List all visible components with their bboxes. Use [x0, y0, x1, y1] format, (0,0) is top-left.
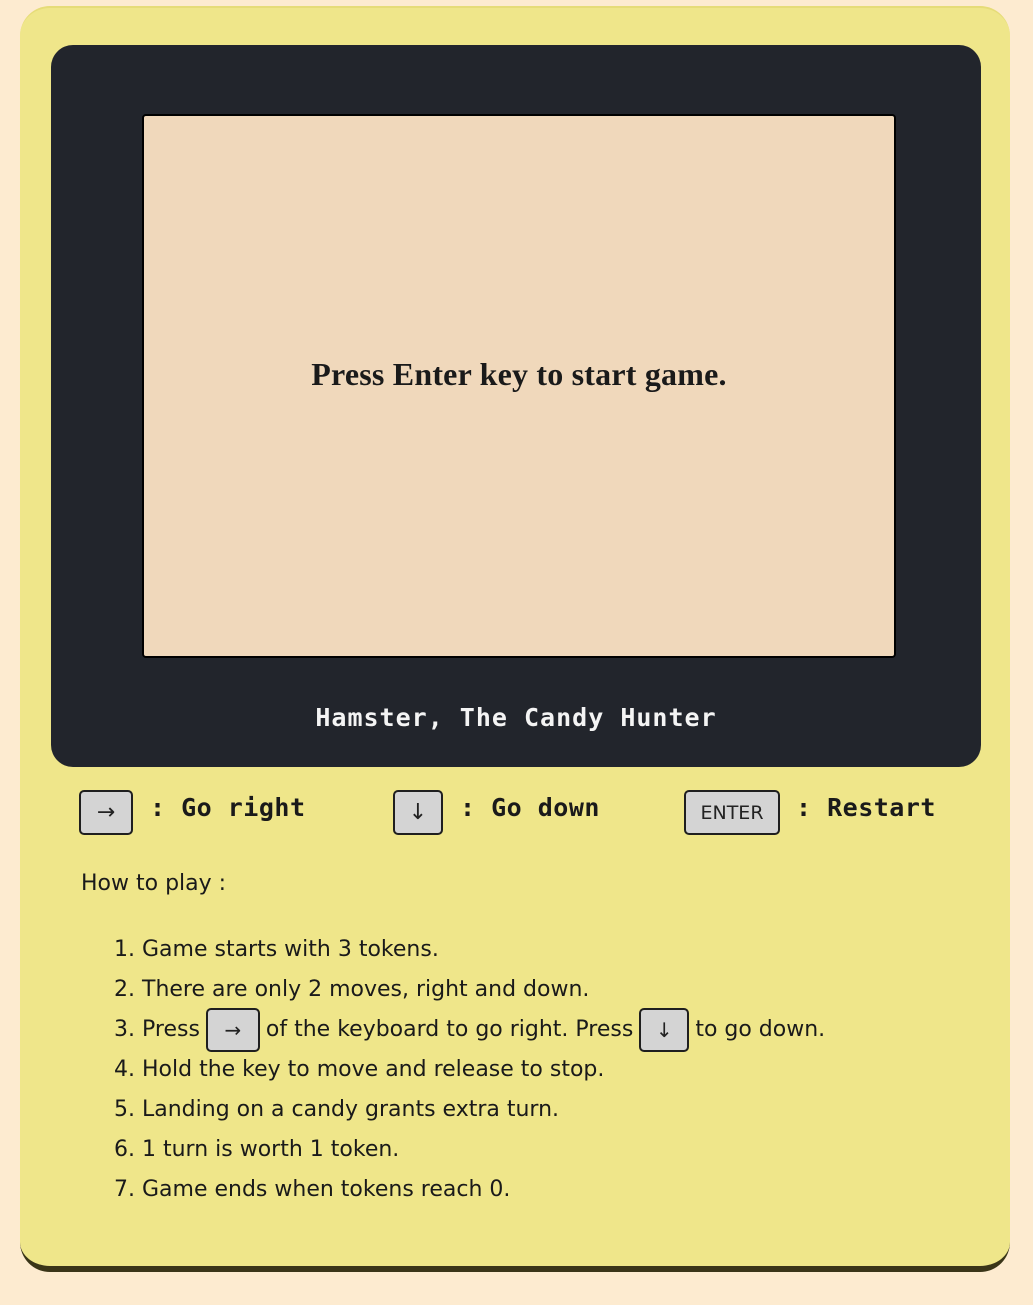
down-arrow-icon: ↓ — [408, 800, 428, 825]
right-arrow-icon: → — [224, 1018, 242, 1042]
down-arrow-key[interactable]: ↓ — [393, 790, 443, 835]
restart-label: : Restart — [796, 793, 936, 822]
inline-right-arrow-key[interactable]: → — [205, 1008, 260, 1052]
instruction-item: 4. Hold the key to move and release to s… — [114, 1057, 605, 1082]
right-arrow-icon: → — [96, 800, 116, 825]
inline-down-arrow-key[interactable]: ↓ — [639, 1008, 690, 1052]
game-title: Hamster, The Candy Hunter — [315, 703, 717, 732]
instruction-item: 7. Game ends when tokens reach 0. — [114, 1177, 511, 1202]
how-to-play-heading: How to play : — [81, 871, 227, 896]
right-arrow-key[interactable]: → — [79, 790, 133, 835]
enter-key[interactable]: ENTER — [684, 790, 780, 835]
screen-bezel: Press Enter key to start game. Hamster, … — [51, 45, 981, 767]
game-console: Press Enter key to start game. Hamster, … — [20, 6, 1010, 1272]
instruction-item: 1. Game starts with 3 tokens. — [114, 937, 439, 962]
go-down-label: : Go down — [460, 793, 600, 822]
game-screen[interactable]: Press Enter key to start game. — [142, 114, 896, 658]
go-right-label: : Go right — [150, 793, 306, 822]
instruction-item: 3. Press → of the keyboard to go right. … — [114, 1008, 825, 1052]
start-message: Press Enter key to start game. — [311, 356, 727, 392]
instruction-item: 6. 1 turn is worth 1 token. — [114, 1137, 400, 1162]
instructions-list: 1. Game starts with 3 tokens. 2. There a… — [114, 930, 825, 1210]
enter-key-label: ENTER — [700, 801, 764, 824]
down-arrow-icon: ↓ — [655, 1018, 673, 1042]
instruction-item: 2. There are only 2 moves, right and dow… — [114, 977, 590, 1002]
instruction-item: 5. Landing on a candy grants extra turn. — [114, 1097, 560, 1122]
